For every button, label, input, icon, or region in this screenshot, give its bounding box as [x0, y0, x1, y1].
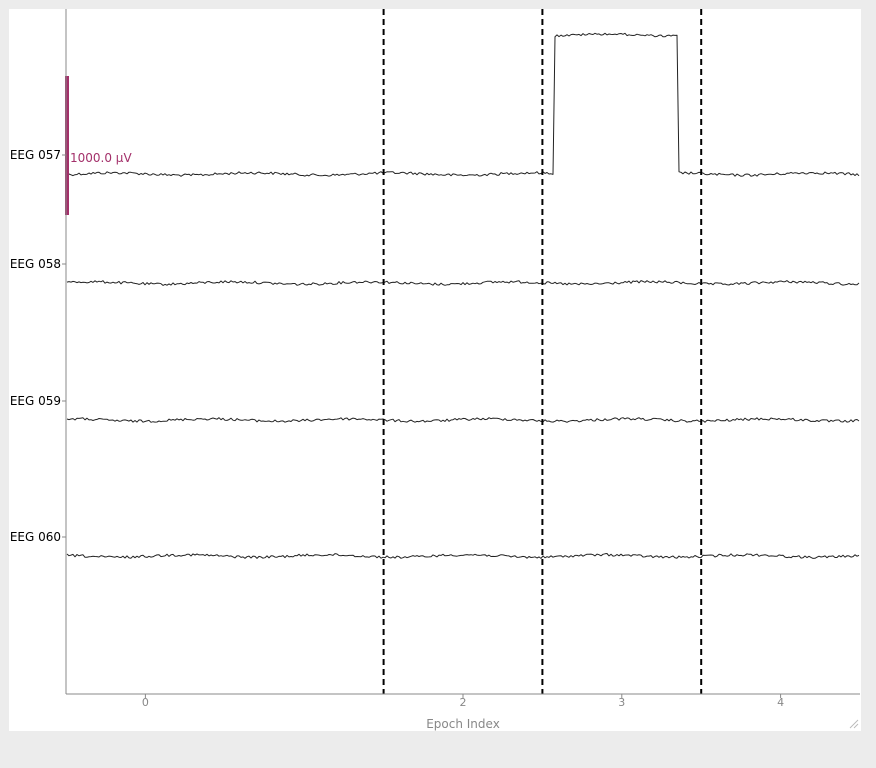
channel-label[interactable]: EEG 058	[10, 257, 61, 271]
scale-bar-label: 1000.0 µV	[70, 151, 132, 165]
x-tick-label: 3	[618, 696, 625, 709]
channel-label[interactable]: EEG 060	[10, 530, 61, 544]
channel-label[interactable]: EEG 059	[10, 394, 61, 408]
plot-window: EEG 057 EEG 058 EEG 059 EEG 060 1000.0 µV 0 2 3…	[9, 9, 861, 731]
trace-eeg-057	[66, 32, 860, 177]
trace-eeg-059	[66, 417, 860, 423]
x-tick-label: 2	[460, 696, 467, 709]
trace-eeg-058	[66, 280, 860, 286]
x-tick-label: 0	[142, 696, 149, 709]
x-tick-label: 4	[777, 696, 784, 709]
x-axis-label: Epoch Index	[426, 717, 500, 731]
eeg-epochs-chart[interactable]: EEG 057 EEG 058 EEG 059 EEG 060 1000.0 µV 0 2 3…	[9, 9, 861, 731]
channel-label[interactable]: EEG 057	[10, 148, 61, 162]
resize-grip-icon[interactable]	[847, 717, 859, 729]
trace-eeg-060	[66, 553, 860, 559]
